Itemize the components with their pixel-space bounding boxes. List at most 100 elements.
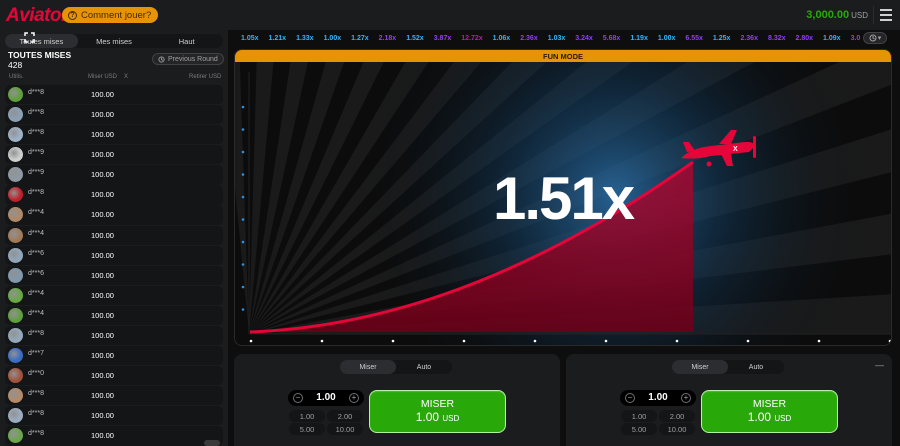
bet-row: d***9 100.00 bbox=[5, 165, 223, 185]
history-multiplier[interactable]: 1.05x bbox=[236, 35, 264, 42]
history-multiplier[interactable]: 1.25x bbox=[708, 35, 736, 42]
bet-row: d***8 100.00 bbox=[5, 406, 223, 426]
bet-button-amount: 1.00 USD bbox=[748, 410, 792, 426]
scrollbar[interactable] bbox=[204, 440, 220, 446]
history-multiplier[interactable]: 2.18x bbox=[374, 35, 402, 42]
history-icon bbox=[158, 55, 165, 63]
plus-icon[interactable]: + bbox=[349, 393, 359, 403]
history-multiplier[interactable]: 1.03x bbox=[543, 35, 571, 42]
avatar bbox=[8, 147, 23, 163]
username: d***9 bbox=[28, 169, 44, 177]
tab-my-bets[interactable]: Mes mises bbox=[78, 34, 151, 48]
expand-icon[interactable] bbox=[24, 32, 35, 43]
history-multiplier[interactable]: 6.55x bbox=[680, 35, 708, 42]
avatar bbox=[8, 207, 23, 223]
how-to-play-button[interactable]: ? Comment jouer? bbox=[62, 7, 159, 23]
history-multiplier[interactable]: 12.72x bbox=[456, 35, 487, 42]
avatar bbox=[8, 167, 23, 183]
bets-panel: Toutes mises Mes mises Haut TOUTES MISES… bbox=[0, 30, 228, 446]
balance-amount: 3,000.00 bbox=[806, 9, 850, 21]
history-multiplier[interactable]: 3.87x bbox=[429, 35, 457, 42]
bet-row: d***9 100.00 bbox=[5, 145, 223, 165]
chevron-down-icon: ▾ bbox=[877, 35, 882, 42]
y-axis-dot bbox=[241, 105, 245, 109]
bet-amount: 1.00 bbox=[747, 409, 772, 424]
bet-amount: 100.00 bbox=[91, 190, 114, 200]
history-multiplier[interactable]: 1.00x bbox=[653, 35, 681, 42]
username: d***8 bbox=[28, 89, 44, 96]
y-axis-dot bbox=[241, 128, 245, 131]
history-multiplier[interactable]: 1.09x bbox=[818, 35, 846, 42]
tab-bet[interactable]: Miser bbox=[340, 360, 396, 374]
plus-icon[interactable]: + bbox=[681, 393, 691, 403]
bet-amount: 100.00 bbox=[91, 230, 114, 240]
username: d***6 bbox=[28, 249, 44, 257]
x-axis-dot bbox=[320, 339, 324, 343]
avatar bbox=[8, 287, 23, 303]
bet-row: d***4 100.00 bbox=[5, 205, 223, 225]
history-multiplier[interactable]: 1.27x bbox=[346, 35, 374, 42]
remove-panel-button[interactable]: — bbox=[875, 360, 884, 370]
balance-display: 3,000.00 USD bbox=[806, 9, 868, 21]
top-bar: Aviator ? Comment jouer? 3,000.00 USD bbox=[0, 0, 900, 30]
username: d***4 bbox=[28, 209, 44, 217]
history-multiplier[interactable]: 8.32x bbox=[763, 35, 791, 42]
aviator-logo[interactable]: Aviator bbox=[6, 5, 68, 27]
stake-value[interactable]: 1.00 bbox=[312, 392, 340, 403]
avatar bbox=[8, 408, 23, 424]
history-toggle-button[interactable]: ▾ bbox=[863, 32, 887, 44]
quick-stake-button[interactable]: 2.00 bbox=[327, 410, 363, 422]
quick-stake-button[interactable]: 5.00 bbox=[621, 423, 657, 435]
quick-stake-button[interactable]: 1.00 bbox=[621, 410, 657, 422]
history-multiplier[interactable]: 1.19x bbox=[625, 35, 653, 42]
tab-all-bets[interactable]: Toutes mises bbox=[5, 34, 78, 48]
bet-amount: 100.00 bbox=[91, 431, 114, 441]
tab-bet[interactable]: Miser bbox=[672, 360, 728, 374]
previous-round-button[interactable]: Previous Round bbox=[152, 53, 224, 65]
quick-stake-button[interactable]: 2.00 bbox=[659, 410, 695, 422]
game-canvas: FUN MODE X 1.51x bbox=[234, 49, 892, 346]
bet-amount: 100.00 bbox=[91, 150, 114, 160]
clock-icon bbox=[869, 34, 877, 42]
avatar bbox=[8, 428, 23, 444]
history-multiplier[interactable]: 2.36x bbox=[515, 35, 543, 42]
history-multiplier[interactable]: 3.24x bbox=[570, 35, 598, 42]
username: d***0 bbox=[28, 370, 44, 378]
minus-icon[interactable]: − bbox=[293, 393, 303, 403]
menu-icon[interactable] bbox=[880, 9, 892, 21]
bet-button[interactable]: MISER 1.00 USD bbox=[369, 390, 506, 433]
stake-value[interactable]: 1.00 bbox=[644, 392, 672, 403]
quick-stake-button[interactable]: 1.00 bbox=[289, 410, 325, 422]
bet-panel-2: Miser Auto — − 1.00 + 1.00 2.00 5.00 10.… bbox=[566, 354, 892, 446]
tab-top[interactable]: Haut bbox=[150, 34, 223, 48]
bet-amount: 100.00 bbox=[91, 110, 114, 120]
history-multiplier[interactable]: 1.21x bbox=[264, 35, 292, 42]
x-axis-dot bbox=[675, 339, 679, 343]
history-multiplier[interactable]: 1.52x bbox=[401, 35, 429, 42]
history-multiplier[interactable]: 1.06x bbox=[488, 35, 516, 42]
history-multiplier[interactable]: 2.36x bbox=[735, 35, 763, 42]
quick-stake-button[interactable]: 10.00 bbox=[659, 423, 695, 435]
username: d***8 bbox=[28, 430, 44, 438]
history-multiplier[interactable]: 2.80x bbox=[791, 35, 819, 42]
x-axis-dot bbox=[533, 339, 537, 343]
history-multiplier[interactable]: 1.00x bbox=[319, 35, 347, 42]
fun-mode-banner: FUN MODE bbox=[235, 50, 891, 62]
bet-mode-tabs: Miser Auto bbox=[340, 360, 452, 374]
bet-row: d***7 100.00 bbox=[5, 346, 223, 366]
column-bet: Miser USD bbox=[88, 74, 118, 80]
history-multiplier[interactable]: 1.33x bbox=[291, 35, 319, 42]
bet-button[interactable]: MISER 1.00 USD bbox=[701, 390, 838, 433]
quick-stake-button[interactable]: 10.00 bbox=[327, 423, 363, 435]
x-axis-dot bbox=[888, 339, 891, 343]
minus-icon[interactable]: − bbox=[625, 393, 635, 403]
quick-stake-button[interactable]: 5.00 bbox=[289, 423, 325, 435]
tab-auto[interactable]: Auto bbox=[728, 360, 784, 374]
tab-auto[interactable]: Auto bbox=[396, 360, 452, 374]
history-multiplier[interactable]: 5.68x bbox=[598, 35, 626, 42]
y-axis-dot bbox=[241, 173, 245, 176]
bet-row: d***8 100.00 bbox=[5, 386, 223, 406]
avatar bbox=[8, 388, 23, 404]
avatar bbox=[8, 107, 23, 123]
bet-row: d***8 100.00 bbox=[5, 426, 223, 446]
